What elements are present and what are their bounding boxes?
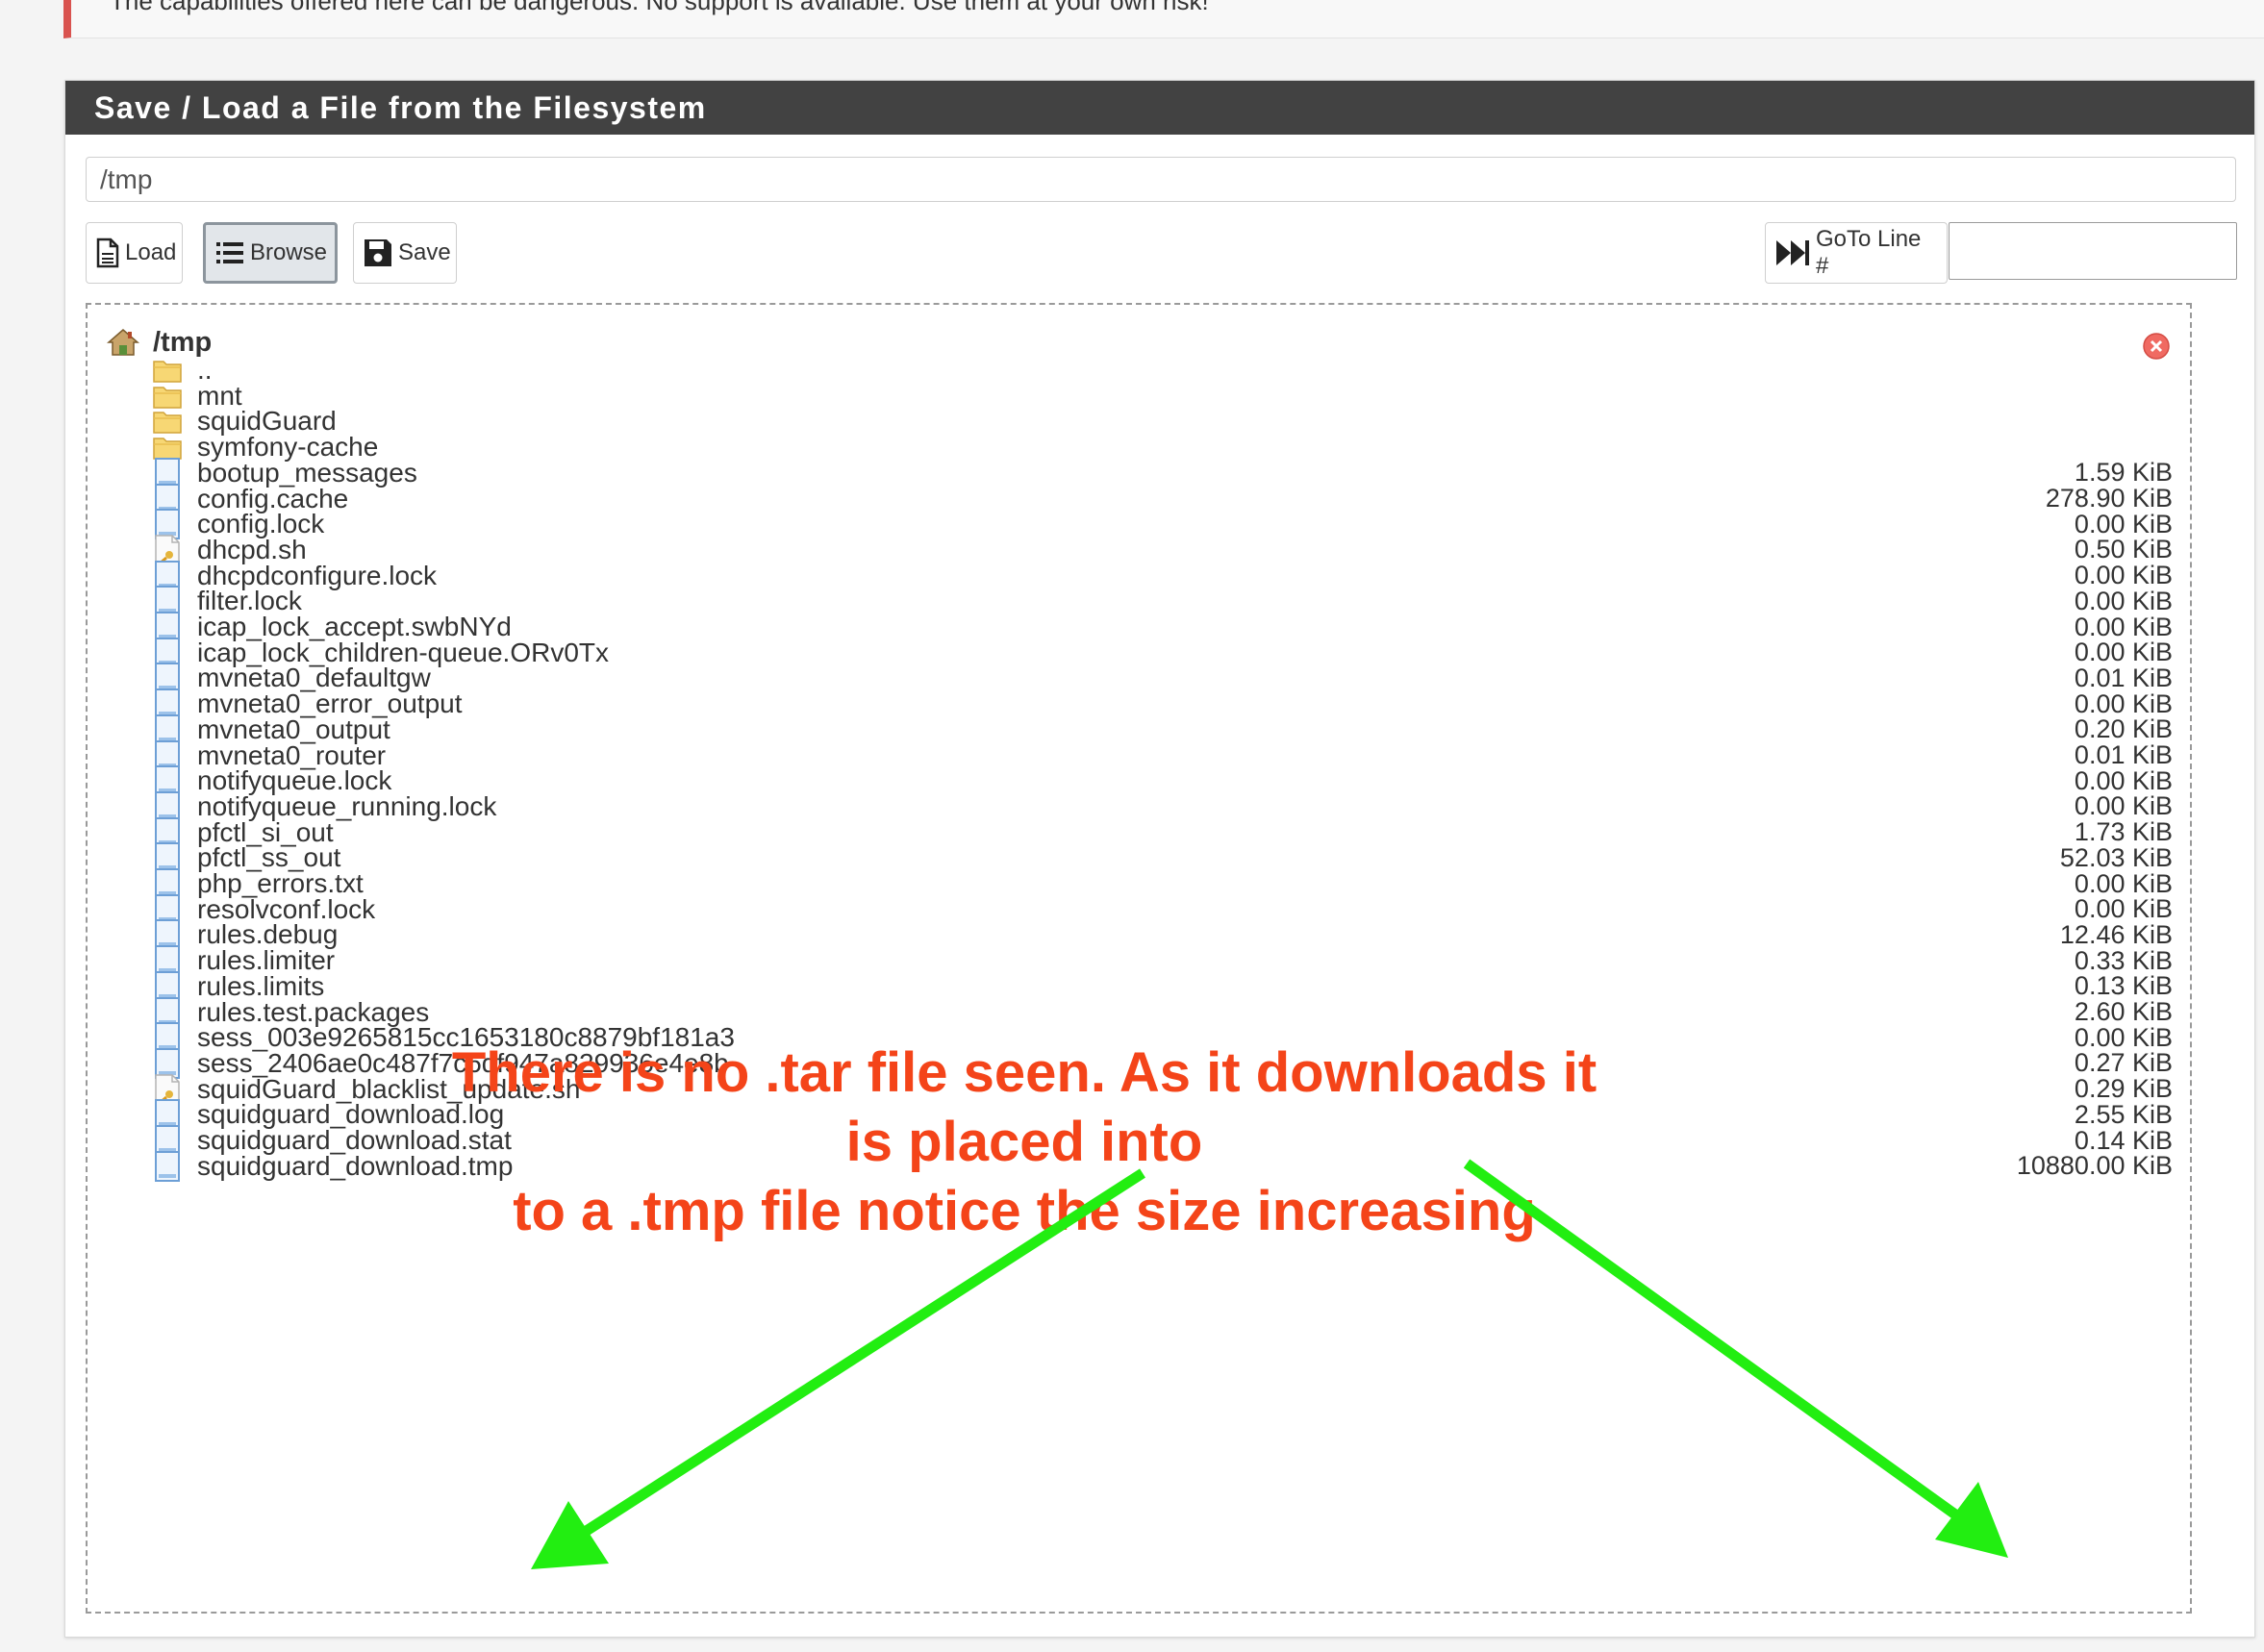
- annotation-line-1: There is no .tar file seen. As it downlo…: [451, 1041, 1597, 1173]
- browse-label: Browse: [250, 239, 328, 265]
- annotation-text: There is no .tar file seen. As it downlo…: [423, 1039, 1625, 1246]
- browse-button[interactable]: Browse: [203, 222, 338, 284]
- fast-forward-icon: [1775, 239, 1810, 266]
- path-input[interactable]: [86, 157, 2236, 202]
- warning-banner: The capabilities offered here can be dan…: [63, 0, 2264, 38]
- save-label: Save: [398, 239, 451, 265]
- warning-text: The capabilities offered here can be dan…: [110, 0, 1209, 15]
- file-icon: [96, 238, 119, 268]
- file-size: 10880.00 KiB: [2016, 1151, 2173, 1181]
- home-icon: [107, 328, 139, 357]
- goto-line-button[interactable]: GoTo Line #: [1765, 222, 1948, 284]
- document-icon: [153, 1150, 182, 1182]
- goto-line-input[interactable]: [1949, 222, 2237, 280]
- goto-line-label: GoTo Line #: [1816, 226, 1922, 279]
- panel-title: Save / Load a File from the Filesystem: [65, 81, 2254, 135]
- save-button[interactable]: Save: [353, 222, 457, 284]
- file-browser: /tmp .. mnt squidGuard symfony-cache bootup_…: [86, 303, 2192, 1614]
- list-icon: [215, 239, 244, 266]
- annotation-line-2: to a .tmp file notice the size increasin…: [513, 1180, 1536, 1242]
- floppy-disk-icon: [364, 238, 392, 267]
- load-label: Load: [125, 239, 177, 265]
- file-panel: Save / Load a File from the Filesystem L…: [64, 80, 2255, 1638]
- load-button[interactable]: Load: [86, 222, 183, 284]
